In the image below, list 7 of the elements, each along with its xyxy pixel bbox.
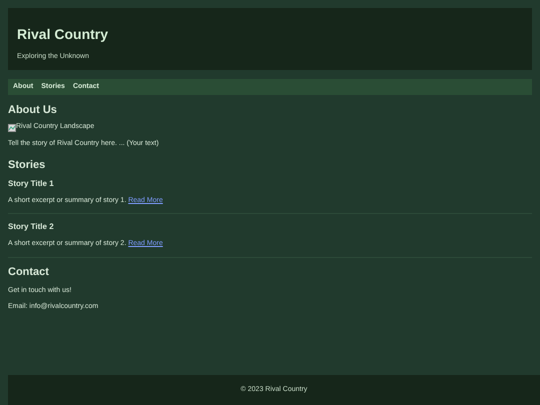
story-title: Story Title 1	[8, 178, 55, 190]
site-title: Rival Country	[17, 25, 110, 43]
section-heading: About Us	[8, 103, 58, 117]
section-heading: Stories	[8, 158, 46, 172]
broken-image-icon	[8, 124, 16, 132]
section-heading: Contact	[8, 264, 50, 278]
story-title: Story Title 2	[8, 221, 55, 233]
